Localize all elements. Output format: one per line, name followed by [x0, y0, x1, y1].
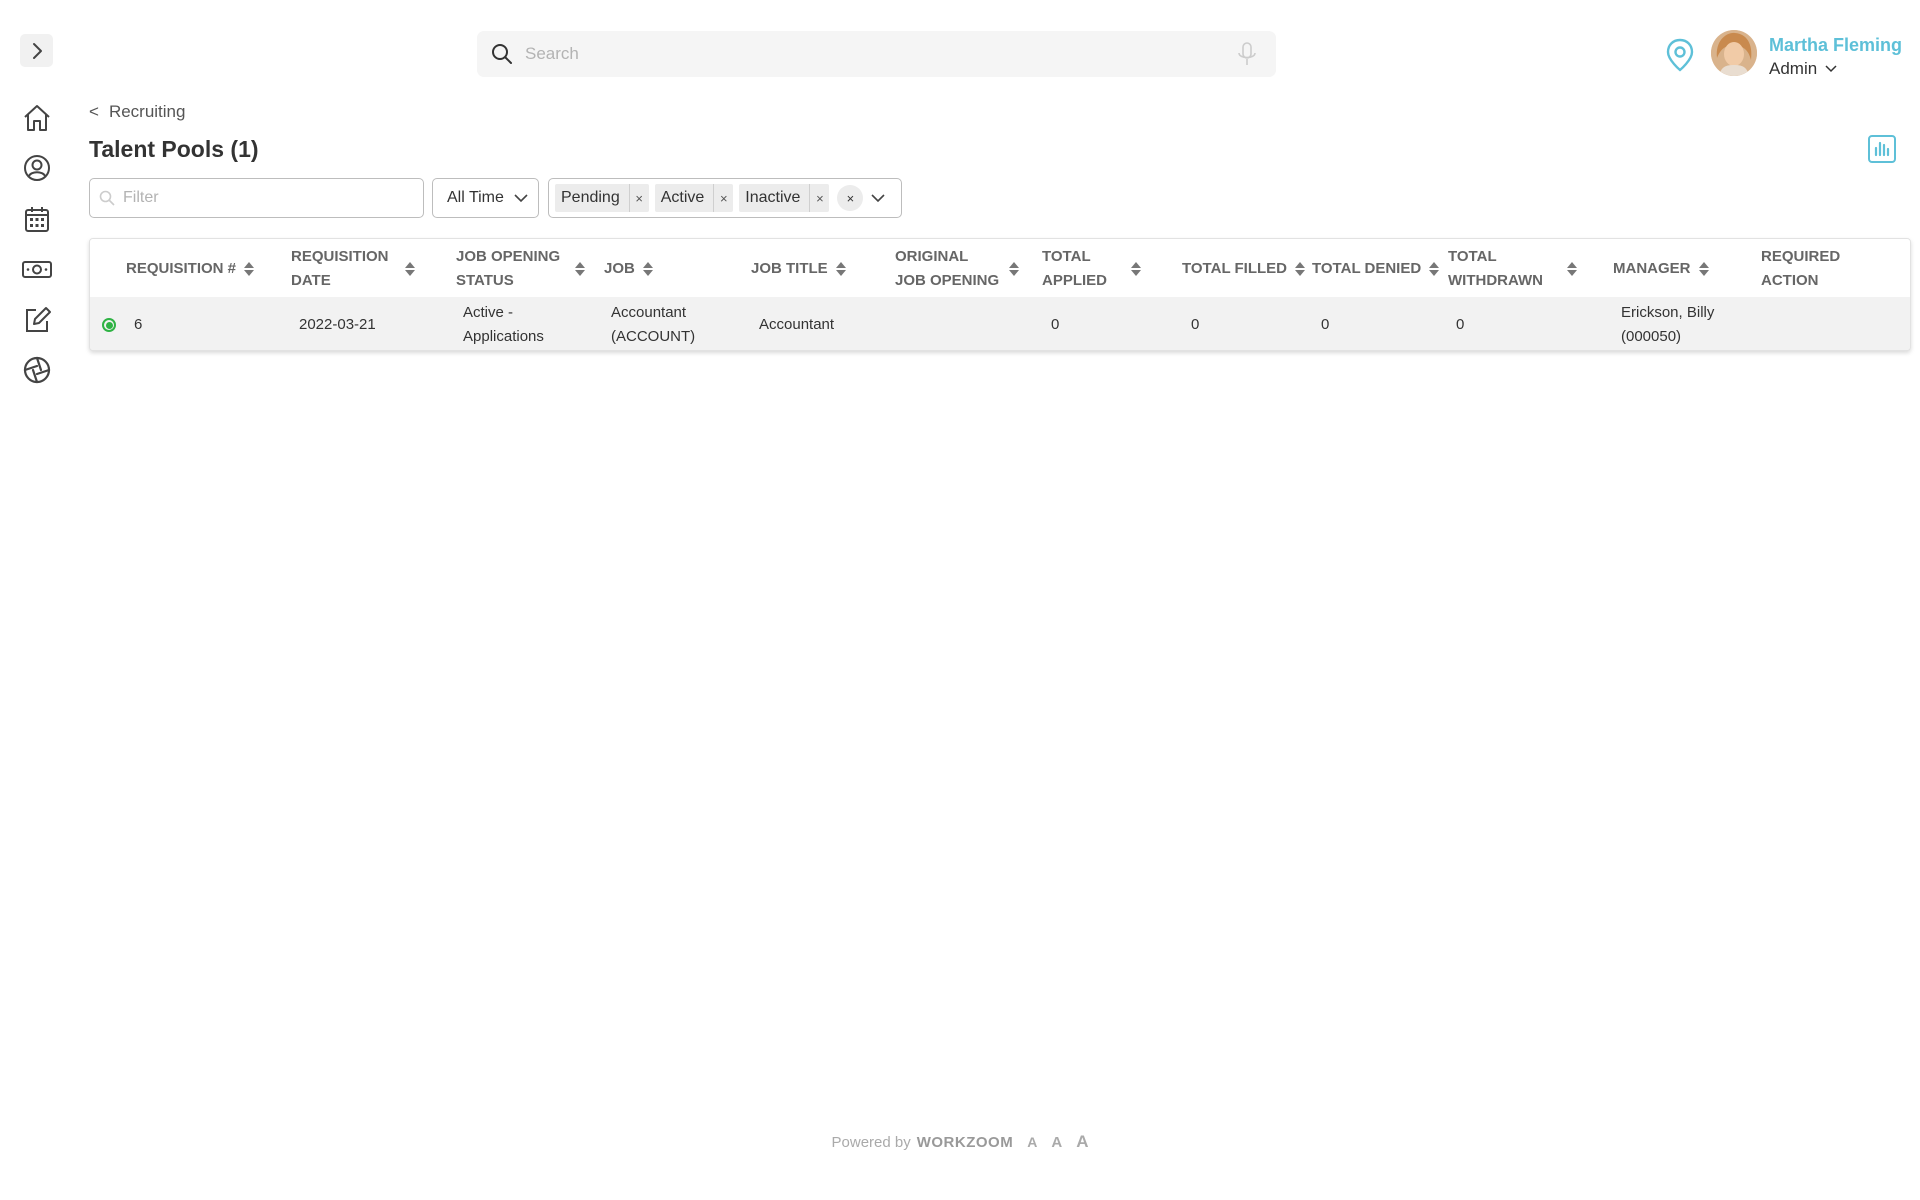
- sort-icon: [1566, 261, 1578, 277]
- chevron-down-icon: [514, 193, 528, 202]
- chip-label: Pending: [561, 189, 620, 206]
- remove-chip-button[interactable]: ×: [713, 184, 733, 212]
- status-chip-pending: Pending ×: [555, 184, 649, 212]
- aperture-logo-icon: [23, 356, 50, 383]
- avatar[interactable]: [1711, 30, 1757, 76]
- cell-required-action: [1766, 297, 1886, 350]
- column-header-total-filled[interactable]: TOTAL FILLED: [1182, 245, 1312, 293]
- chip-label: Inactive: [745, 189, 801, 206]
- location-pin-icon[interactable]: [1665, 38, 1695, 72]
- column-header-job[interactable]: JOB: [604, 245, 704, 293]
- search-input[interactable]: [525, 44, 1236, 64]
- cell-requisition: 6: [134, 315, 143, 333]
- global-search: [477, 31, 1276, 77]
- column-header-job-title[interactable]: JOB TITLE: [751, 245, 871, 293]
- clear-all-button[interactable]: ×: [837, 185, 864, 211]
- sort-icon: [1008, 261, 1020, 277]
- sort-icon: [574, 261, 586, 277]
- cell-total-withdrawn: 0: [1456, 315, 1465, 333]
- column-header-manager[interactable]: MANAGER: [1613, 245, 1733, 293]
- chevron-down-icon[interactable]: [871, 193, 886, 203]
- chevron-right-icon: [32, 42, 42, 59]
- nav-compensation[interactable]: [20, 252, 53, 285]
- cell-total-filled: 0: [1191, 315, 1200, 333]
- nav-workzoom[interactable]: [20, 353, 53, 386]
- font-size-large-button[interactable]: A: [1076, 1132, 1088, 1152]
- cell-job-title: Accountant: [759, 315, 835, 333]
- cell-total-denied: 0: [1321, 315, 1330, 333]
- chip-label: Active: [660, 189, 705, 206]
- column-header-total-applied[interactable]: TOTAL APPLIED: [1042, 245, 1142, 293]
- sort-icon: [404, 261, 416, 277]
- sort-icon: [1294, 261, 1306, 277]
- font-size-small-button[interactable]: A: [1027, 1134, 1037, 1150]
- table-filter: [89, 178, 424, 218]
- talent-pools-table: REQUISITION # REQUISITION DATE JOB OPENI…: [89, 238, 1911, 351]
- sort-icon: [1428, 261, 1440, 277]
- sort-icon: [835, 261, 847, 277]
- cell-original-job-opening: [900, 297, 1020, 350]
- cell-job: Accountant (ACCOUNT): [611, 303, 696, 345]
- font-size-medium-button[interactable]: A: [1051, 1134, 1062, 1151]
- search-icon: [491, 43, 513, 65]
- page-title: Talent Pools (1): [89, 136, 259, 162]
- sort-icon: [243, 261, 255, 277]
- status-chip-inactive: Inactive ×: [739, 184, 830, 212]
- sort-icon: [1130, 261, 1142, 277]
- role-selector[interactable]: Admin: [1769, 59, 1837, 79]
- cell-requisition-date: 2022-03-21: [299, 315, 376, 333]
- nav-calendar[interactable]: [20, 202, 53, 235]
- remove-chip-button[interactable]: ×: [809, 184, 829, 212]
- user-role-label: Admin: [1769, 59, 1818, 78]
- table-header: REQUISITION # REQUISITION DATE JOB OPENI…: [90, 239, 1910, 297]
- breadcrumb-recruiting-link[interactable]: Recruiting: [109, 102, 186, 122]
- column-header-requisition-date[interactable]: REQUISITION DATE: [291, 245, 416, 293]
- edit-icon: [25, 306, 51, 332]
- nav-profile[interactable]: [20, 151, 53, 184]
- user-circle-icon: [23, 154, 50, 181]
- column-header-total-withdrawn[interactable]: TOTAL WITHDRAWN: [1448, 245, 1578, 293]
- user-photo-icon: [1711, 30, 1757, 76]
- nav-edit[interactable]: [20, 303, 53, 336]
- remove-chip-button[interactable]: ×: [628, 184, 649, 212]
- column-header-original-job-opening[interactable]: ORIGINAL JOB OPENING: [895, 245, 1020, 293]
- home-icon: [23, 104, 50, 131]
- footer: Powered by WORKZOOM A A A: [0, 1132, 1920, 1152]
- status-multiselect[interactable]: Pending × Active × Inactive × ×: [548, 178, 902, 218]
- bar-chart-icon: [1868, 135, 1896, 163]
- filter-input[interactable]: [123, 189, 423, 207]
- column-header-job-opening-status[interactable]: JOB OPENING STATUS: [456, 245, 586, 293]
- cell-job-opening-status: Active - Applications: [463, 303, 544, 345]
- table-row[interactable]: 6 2022-03-21 Active - Applications Accou…: [90, 297, 1910, 350]
- breadcrumb[interactable]: < Recruiting: [89, 102, 185, 122]
- cell-manager: Erickson, Billy (000050): [1621, 303, 1715, 345]
- column-header-total-denied[interactable]: TOTAL DENIED: [1312, 245, 1442, 293]
- sort-icon: [1698, 261, 1710, 277]
- search-icon: [99, 190, 115, 206]
- column-header-required-action: REQUIRED ACTION: [1761, 248, 1841, 289]
- microphone-icon[interactable]: [1236, 41, 1258, 67]
- active-status-indicator: [102, 318, 116, 332]
- status-chip-active: Active ×: [654, 184, 734, 212]
- expand-sidebar-button[interactable]: [20, 34, 53, 67]
- time-range-value: All Time: [447, 189, 504, 206]
- money-icon: [21, 260, 52, 278]
- powered-by-text: Powered by: [831, 1133, 911, 1151]
- chevron-down-icon: [1825, 65, 1837, 73]
- calendar-icon: [24, 206, 49, 232]
- cell-total-applied: 0: [1051, 315, 1060, 333]
- sort-icon: [642, 261, 654, 277]
- nav-home[interactable]: [20, 101, 53, 134]
- sidebar: [0, 0, 74, 1200]
- user-name[interactable]: Martha Fleming: [1769, 35, 1902, 56]
- report-chart-button[interactable]: [1867, 134, 1897, 164]
- column-header-requisition[interactable]: REQUISITION #: [126, 245, 286, 293]
- brand-name: WORKZOOM: [916, 1133, 1014, 1151]
- breadcrumb-back-chevron: <: [89, 102, 99, 121]
- time-range-select[interactable]: All Time: [432, 178, 539, 218]
